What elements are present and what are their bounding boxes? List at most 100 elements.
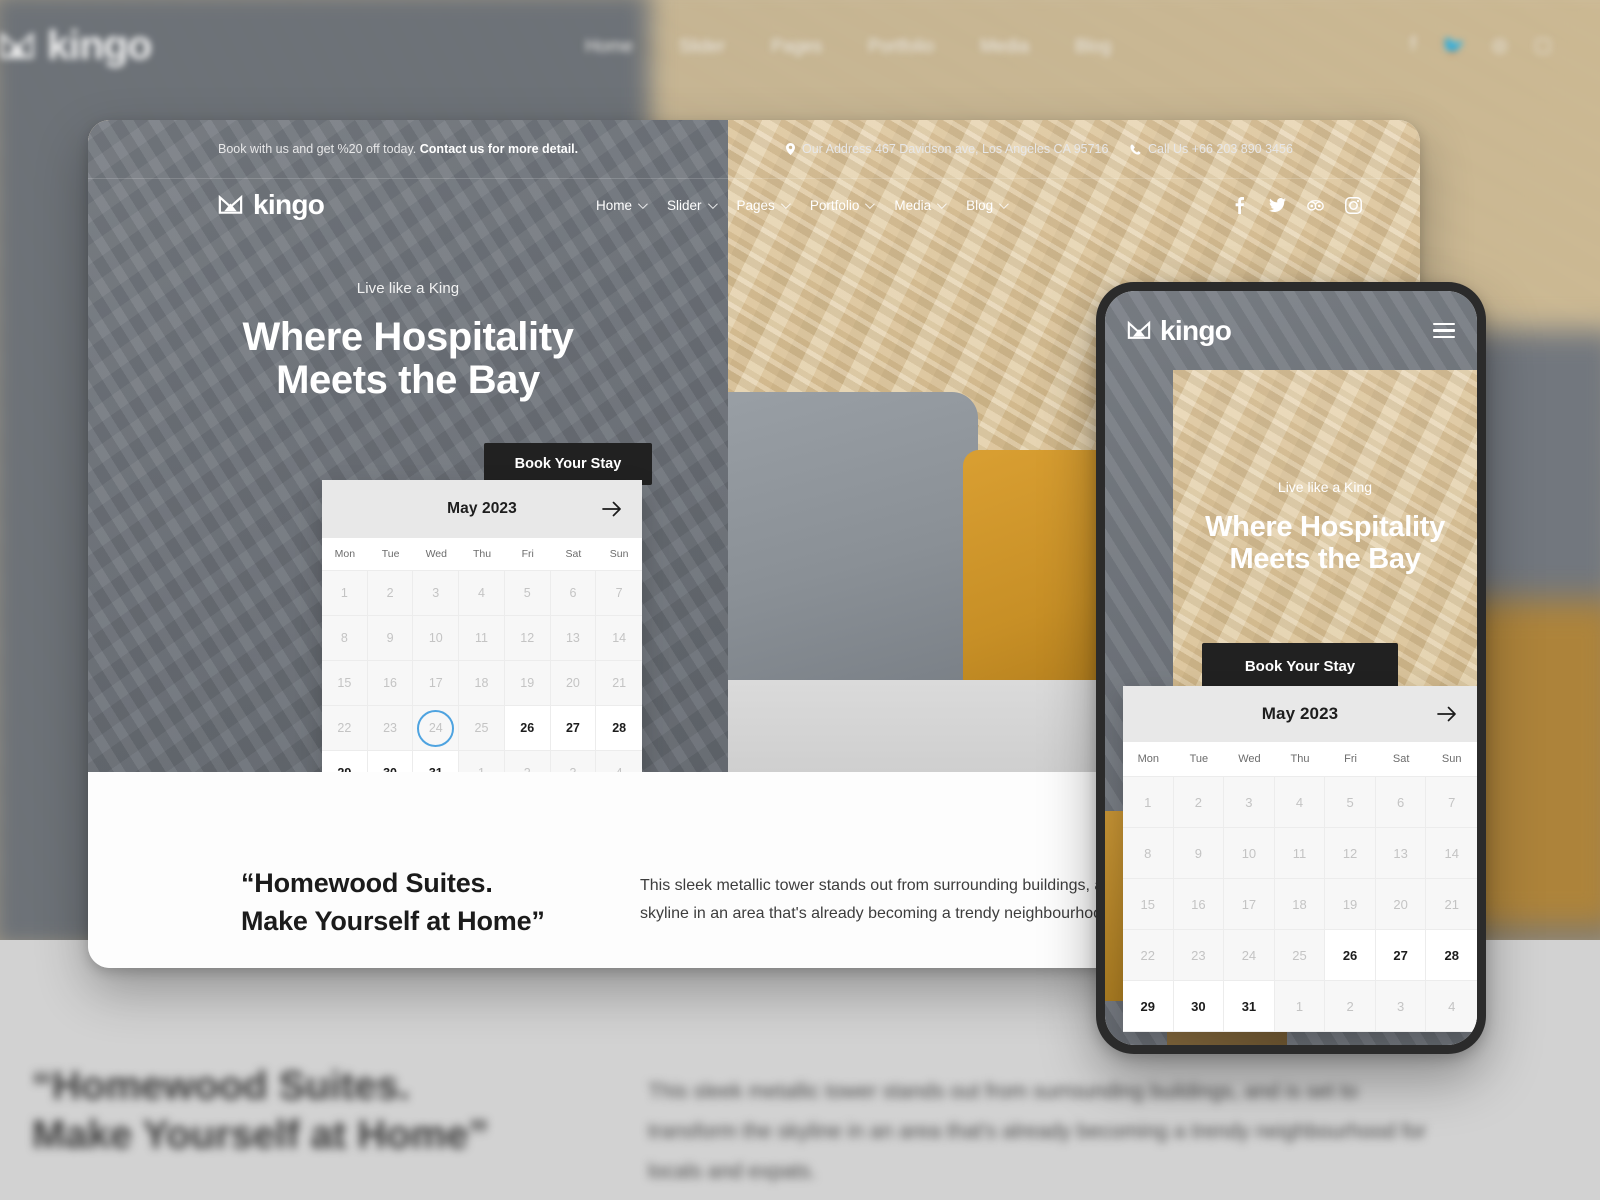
calendar-day-cell: 6 [550, 571, 597, 616]
background-header: kingo Home Slider Pages Portfolio Media … [0, 0, 1600, 95]
twitter-icon[interactable] [1269, 197, 1286, 214]
background-nav-item: Portfolio [868, 36, 935, 56]
logo-text: kingo [253, 189, 325, 220]
calendar-day-cell: 3 [1224, 777, 1275, 828]
calendar-day-cell: 21 [1426, 879, 1477, 930]
twitter-icon: 🐦 [1441, 36, 1466, 57]
calendar-day-cell: 14 [596, 616, 642, 661]
calendar-day-cell[interactable]: 26 [504, 706, 551, 751]
weekday-label: Thu [1290, 753, 1310, 765]
calendar-day-cell: 15 [1123, 879, 1174, 930]
weekday-label: Wed [1238, 753, 1261, 765]
calendar-month-label: May 2023 [447, 500, 517, 517]
nav-item-slider[interactable]: Slider [667, 198, 718, 213]
crown-icon [0, 31, 34, 58]
calendar-day-cell[interactable]: 29 [1123, 981, 1174, 1032]
location-pin-icon [786, 143, 795, 155]
calendar-day-cell: 9 [1173, 828, 1225, 879]
calendar-day-cell[interactable]: 27 [1375, 930, 1427, 981]
arrow-right-icon[interactable] [1435, 702, 1459, 726]
phone-calendar-weekday-row: Mon Tue Wed Thu Fri Sat Sun [1123, 742, 1477, 777]
calendar-day-cell: 7 [1426, 777, 1477, 828]
calendar-day-cell[interactable]: 29 [322, 751, 368, 772]
calendar-day-cell[interactable]: 28 [596, 706, 642, 751]
instagram-icon[interactable] [1345, 196, 1362, 214]
facebook-icon[interactable] [1231, 196, 1248, 214]
phone-calendar-month-label: May 2023 [1261, 704, 1339, 723]
calendar-day-cell: 16 [367, 661, 414, 706]
crown-icon [218, 194, 243, 214]
chevron-down-icon [937, 198, 947, 209]
phone-book-your-stay-button[interactable]: Book Your Stay [1202, 643, 1398, 689]
nav-item-portfolio[interactable]: Portfolio [809, 197, 876, 213]
calendar-day-cell[interactable]: 28 [1426, 930, 1477, 981]
promo-contact-link[interactable]: Contact us for more detail. [420, 142, 578, 156]
book-your-stay-button[interactable]: Book Your Stay [484, 443, 652, 485]
hero-eyebrow: Live like a King [356, 280, 460, 297]
calendar-day-cell: 5 [504, 571, 551, 616]
address-text: Our Address 467 Davidson ave, Los Angele… [802, 142, 1109, 156]
calendar-day-cell: 4 [1274, 777, 1326, 828]
calendar-day-cell: 1 [1123, 777, 1174, 828]
nav-item-blog[interactable]: Blog [966, 198, 1010, 213]
main-navbar: kingo Home Slider Pages Portfolio Media … [88, 178, 1420, 232]
weekday-label: Tue [1189, 753, 1209, 765]
weekday-label: Fri [521, 548, 534, 560]
calendar-day-cell: 4 [459, 571, 505, 616]
calendar-day-cell: 21 [596, 661, 642, 706]
calendar-day-cell: 1 [1274, 981, 1326, 1032]
nav-label: Pages [736, 197, 775, 213]
calendar-day-cell[interactable]: 30 [367, 751, 414, 772]
calendar-day-cell: 3 [550, 751, 597, 772]
calendar-day-cell: 17 [413, 661, 460, 706]
calendar-day-cell[interactable]: 31 [1224, 981, 1275, 1032]
nav-item-media[interactable]: Media [894, 197, 947, 213]
calendar-day-cell: 3 [413, 571, 460, 616]
weekday-label: Wed [425, 548, 447, 560]
calendar-day-cell: 5 [1325, 777, 1376, 828]
nav-item-home[interactable]: Home [596, 198, 648, 213]
weekday-label: Tue [381, 548, 400, 560]
arrow-right-icon[interactable] [600, 497, 624, 521]
calendar-day-cell: 23 [1173, 930, 1225, 981]
calendar-day-cell[interactable]: 31 [413, 751, 460, 772]
chevron-down-icon [865, 198, 876, 209]
calendar-day-cell: 4 [1426, 981, 1477, 1032]
chevron-down-icon [707, 198, 718, 209]
calendar-weekday-row: Mon Tue Wed Thu Fri Sat Sun [322, 538, 642, 571]
calendar-day-cell: 4 [596, 751, 642, 772]
calendar-day-cell: 25 [459, 706, 505, 751]
nav-label: Portfolio [809, 197, 860, 213]
calendar-day-cell[interactable]: 27 [550, 706, 597, 751]
calendar-day-cell[interactable]: 30 [1173, 981, 1225, 1032]
weekday-label: Thu [472, 548, 492, 560]
address-info: Our Address 467 Davidson ave, Los Angele… [786, 142, 1108, 156]
phone-hero-copy: Live like a King Where Hospitality Meets… [1173, 479, 1477, 576]
background-nav-item: Pages [771, 36, 823, 56]
phone-screen: kingo Live like a King Where Hospitality… [1105, 291, 1477, 1045]
chevron-down-icon [999, 198, 1010, 209]
background-nav-item: Media [980, 36, 1030, 56]
calendar-day-cell: 24 [1224, 930, 1275, 981]
phone-text: Call Us +66 203 890 3456 [1148, 142, 1293, 156]
site-logo[interactable]: kingo [218, 189, 325, 221]
background-nav: Home Slider Pages Portfolio Media Blog [585, 36, 1111, 57]
phone-site-logo[interactable]: kingo [1127, 315, 1232, 347]
calendar-day-cell: 2 [367, 571, 414, 616]
calendar-day-cell: 10 [1224, 828, 1275, 879]
nav-item-pages[interactable]: Pages [736, 197, 791, 213]
calendar-day-cell: 17 [1224, 879, 1275, 930]
calendar-day-cell: 20 [550, 661, 597, 706]
booking-calendar[interactable]: May 2023 Mon Tue Wed Thu Fri Sat Sun 123… [322, 480, 642, 772]
calendar-day-cell[interactable]: 26 [1325, 930, 1376, 981]
phone-booking-calendar[interactable]: May 2023 Mon Tue Wed Thu Fri Sat Sun 1 23… [1123, 686, 1477, 1032]
calendar-day-cell: 15 [322, 661, 368, 706]
background-logo: kingo [0, 22, 152, 69]
tripadvisor-icon[interactable] [1307, 197, 1324, 214]
calendar-day-cell: 8 [322, 616, 368, 661]
nav-label: Media [894, 197, 932, 213]
hamburger-menu-icon[interactable] [1433, 322, 1455, 339]
burger-bar [1433, 322, 1455, 326]
calendar-day-cell: 22 [322, 706, 368, 751]
phone-info: Call Us +66 203 890 3456 [1130, 142, 1293, 156]
